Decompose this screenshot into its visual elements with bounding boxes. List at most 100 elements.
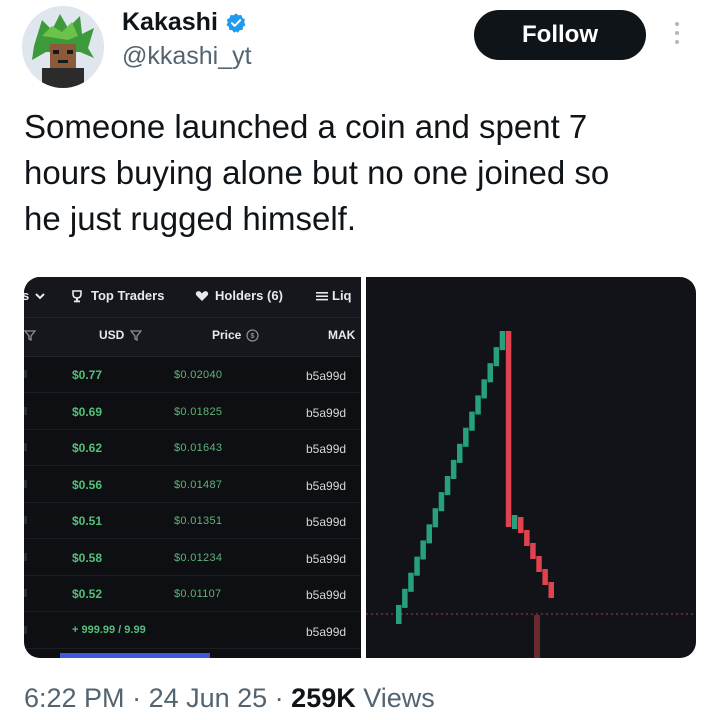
views-count[interactable]: 259K bbox=[291, 683, 356, 713]
candle-up bbox=[408, 572, 414, 592]
trade-price: $0.01825 bbox=[174, 405, 223, 418]
candle-up bbox=[457, 443, 463, 463]
trade-maker: b5a99d bbox=[306, 624, 347, 639]
candle-up bbox=[475, 395, 481, 415]
trade-maker: b5a99d bbox=[306, 442, 347, 456]
trade-usd: $0.52 bbox=[72, 587, 103, 601]
trade-usd: + 999.99 / 9.99 bbox=[72, 623, 146, 636]
tweet-metadata: 6:22 PM · 24 Jun 25 · 259K Views bbox=[24, 683, 435, 714]
trade-price: $0.01107 bbox=[174, 588, 222, 600]
trade-usd: $0.77 bbox=[72, 368, 103, 382]
table-header bbox=[24, 318, 361, 357]
trade-price: $0.02040 bbox=[174, 369, 223, 381]
column-usd: USD bbox=[99, 328, 143, 342]
author-name-text: Kakashi bbox=[122, 8, 218, 36]
tab-top-traders-label: Top Traders bbox=[91, 288, 165, 303]
tweet-date[interactable]: 24 Jun 25 bbox=[149, 683, 268, 713]
filter-icon bbox=[130, 330, 143, 341]
trade-price: $0.01487 bbox=[174, 478, 223, 491]
views-label: Views bbox=[355, 683, 435, 713]
verified-badge-icon bbox=[226, 12, 246, 33]
author-name[interactable]: Kakashi bbox=[122, 8, 247, 37]
separator-dot: · bbox=[124, 683, 149, 713]
candle-up bbox=[499, 331, 506, 351]
trade-row: $0.77 $0.02040 b5a99d bbox=[24, 356, 361, 393]
tab-liquidity-label: Liq bbox=[332, 288, 352, 303]
candlestick-chart bbox=[366, 277, 696, 658]
trade-price: $0.01643 bbox=[174, 442, 223, 454]
trade-usd: $0.62 bbox=[72, 441, 103, 455]
column-usd-label: USD bbox=[99, 328, 125, 342]
trade-maker: b5a99d bbox=[306, 369, 347, 383]
svg-text:$: $ bbox=[251, 333, 255, 340]
candle-up bbox=[481, 379, 487, 399]
volume-bar bbox=[534, 615, 540, 658]
candlestick-chart-svg bbox=[366, 331, 696, 658]
candle-up bbox=[432, 508, 439, 528]
candle-up bbox=[438, 492, 445, 512]
row-marker bbox=[24, 406, 27, 415]
candle-up bbox=[450, 459, 457, 479]
row-marker bbox=[24, 589, 27, 597]
trade-usd: $0.56 bbox=[72, 477, 103, 492]
trade-usd: $0.58 bbox=[72, 550, 103, 565]
column-price-label: Price bbox=[212, 328, 242, 342]
trade-usd: $0.69 bbox=[72, 404, 103, 419]
candle-up bbox=[402, 588, 408, 608]
candle-up bbox=[420, 540, 426, 560]
currency-toggle-icon: $ bbox=[246, 328, 259, 342]
liquidity-icon bbox=[316, 291, 328, 300]
trade-maker: b5a99d bbox=[306, 515, 347, 529]
trade-row: $0.58 $0.01234 b5a99d bbox=[24, 539, 361, 576]
tab-holders-label: Holders (6) bbox=[215, 288, 283, 303]
trade-maker: b5a99d bbox=[306, 478, 347, 493]
candle-down bbox=[548, 582, 554, 598]
row-marker bbox=[24, 443, 27, 451]
tab-top-traders: Top Traders bbox=[70, 288, 164, 303]
tweet-time[interactable]: 6:22 PM bbox=[24, 683, 125, 713]
candle-down bbox=[524, 530, 530, 546]
chevron-down-icon bbox=[35, 292, 45, 299]
author-handle[interactable]: @kkashi_yt bbox=[122, 42, 252, 71]
trade-usd: $0.51 bbox=[72, 514, 103, 528]
tab-fragment-left: s bbox=[24, 288, 46, 303]
tab-liquidity: Liq bbox=[316, 288, 352, 303]
trade-price: $0.01351 bbox=[174, 515, 223, 527]
trade-row: $0.52 $0.01107 b5a99d bbox=[24, 575, 361, 612]
tab-fragment-left-label: s bbox=[24, 288, 30, 303]
filter-icon bbox=[24, 330, 36, 341]
tweet-media[interactable]: s Top Traders Holders (6) Liq USD Price … bbox=[24, 277, 696, 658]
candle-up bbox=[493, 347, 500, 367]
trade-maker: b5a99d bbox=[306, 588, 347, 602]
trade-maker: b5a99d bbox=[306, 551, 347, 566]
row-marker bbox=[24, 552, 27, 561]
trade-price: $0.01234 bbox=[174, 551, 223, 564]
trade-row: $0.62 $0.01643 b5a99d bbox=[24, 429, 361, 466]
trade-row: $0.56 $0.01487 b5a99d bbox=[24, 466, 361, 503]
trade-row: + 999.99 / 9.99 b5a99d bbox=[24, 612, 361, 649]
trade-row: $0.51 $0.01351 b5a99d bbox=[24, 502, 361, 539]
candle-up bbox=[487, 363, 493, 383]
follow-button[interactable]: Follow bbox=[474, 10, 646, 60]
tweet-text: Someone launched a coin and spent 7 hour… bbox=[24, 108, 610, 237]
candle-up bbox=[414, 556, 420, 576]
heart-icon bbox=[195, 290, 209, 301]
candle-up bbox=[463, 427, 469, 447]
candle-up bbox=[396, 604, 402, 624]
more-options-icon[interactable] bbox=[672, 22, 682, 50]
candle-down bbox=[505, 331, 512, 527]
author-avatar[interactable] bbox=[22, 6, 104, 88]
row-marker bbox=[24, 370, 27, 378]
trophy-icon bbox=[72, 289, 82, 302]
candle-up bbox=[426, 524, 432, 544]
column-price: Price $ bbox=[212, 328, 259, 342]
scroll-indicator bbox=[60, 653, 210, 658]
column-maker: MAK bbox=[328, 328, 356, 342]
candle-up bbox=[511, 515, 518, 529]
row-marker bbox=[24, 516, 27, 524]
separator-dot: · bbox=[267, 683, 292, 713]
trades-table-screenshot: s Top Traders Holders (6) Liq USD Price … bbox=[24, 277, 361, 658]
row-marker bbox=[24, 479, 27, 488]
candle-down bbox=[542, 569, 548, 585]
candle-down bbox=[536, 556, 542, 572]
